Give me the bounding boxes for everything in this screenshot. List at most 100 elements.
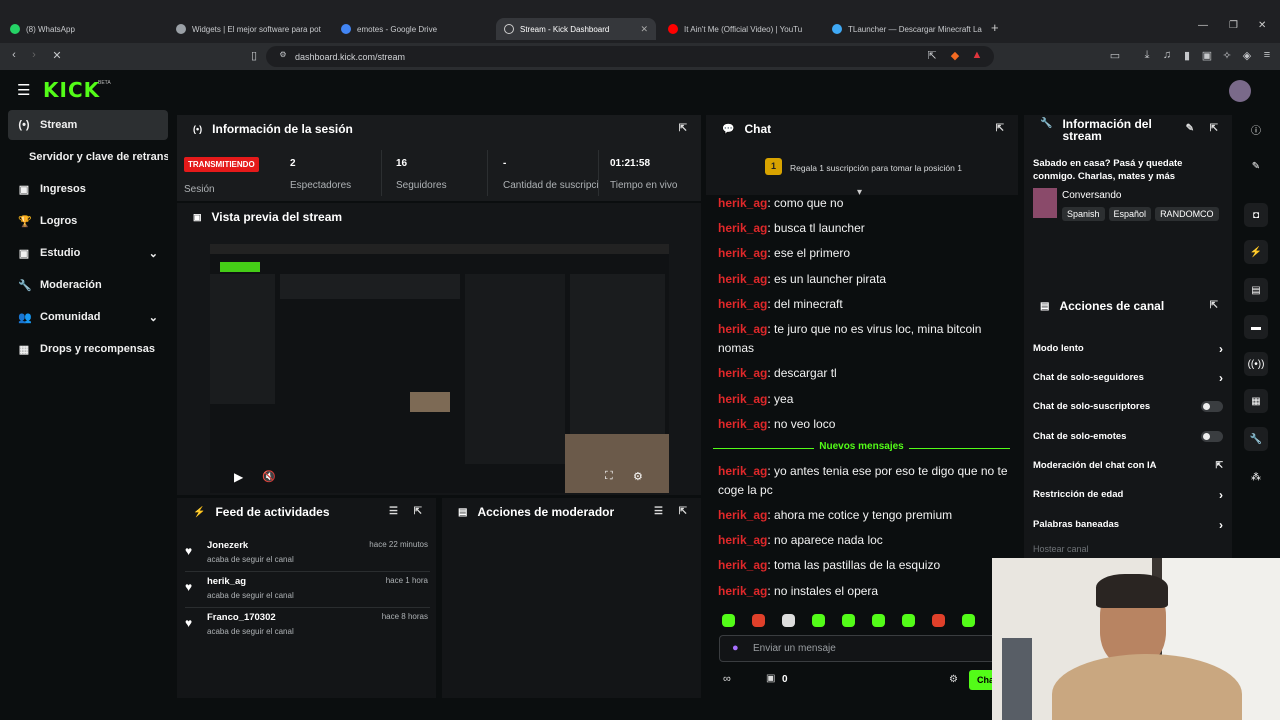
url-field[interactable]: dashboard.kick.com/stream <box>266 46 994 67</box>
sidebar-item-drops[interactable]: ▦ Drops y recompensas <box>8 334 168 364</box>
emote-icon[interactable] <box>872 614 885 627</box>
category-name[interactable]: Conversando <box>1062 190 1121 201</box>
bookmark-icon[interactable]: ▯ <box>247 49 261 62</box>
rewards-icon[interactable]: ▲ <box>970 49 984 61</box>
back-icon[interactable]: ‹ <box>7 49 21 61</box>
tag[interactable]: Spanish <box>1062 207 1105 221</box>
new-tab-button[interactable]: + <box>991 20 999 35</box>
edit-icon[interactable]: ✎ <box>1186 123 1194 134</box>
gift-text[interactable]: Regala 1 suscripción para tomar la posic… <box>790 163 962 173</box>
tag[interactable]: Español <box>1108 207 1152 221</box>
option-slow-mode[interactable]: Modo lento › <box>1033 334 1223 363</box>
play-icon[interactable]: ▶ <box>234 470 243 484</box>
popout-icon[interactable]: ⇱ <box>679 123 687 134</box>
stop-icon[interactable]: ✕ <box>50 49 64 62</box>
forward-icon[interactable]: › <box>27 49 41 61</box>
tab-drive[interactable]: emotes - Google Drive <box>333 18 493 40</box>
tab-widgets[interactable]: Widgets | El mejor software para pot <box>168 18 328 40</box>
document-icon[interactable]: ▤ <box>1244 278 1268 302</box>
popout-icon[interactable]: ⇱ <box>414 506 422 517</box>
sidebar-item-estudio[interactable]: ▣ Estudio ⌄ <box>8 238 168 268</box>
fullscreen-icon[interactable]: ⛶ <box>605 470 613 483</box>
hamburger-icon[interactable]: ☰ <box>17 81 30 99</box>
emote-icon[interactable] <box>902 614 915 627</box>
emote-icon[interactable] <box>782 614 795 627</box>
list-icon[interactable]: ▦ <box>1244 389 1268 413</box>
option-followers-only[interactable]: Chat de solo-seguidores › <box>1033 363 1223 392</box>
share-icon[interactable]: ⇱ <box>925 49 939 62</box>
sidebar-item-moderacion[interactable]: 🔧 Moderación <box>8 270 168 300</box>
option-age-restriction[interactable]: Restricción de edad › <box>1033 480 1223 509</box>
tab-tlauncher[interactable]: TLauncher — Descargar Minecraft La <box>824 18 984 40</box>
menu-icon[interactable]: ≡ <box>1260 49 1274 61</box>
emote-icon[interactable] <box>962 614 975 627</box>
chat-message: herik_ag: toma las pastillas de la esqui… <box>718 558 941 572</box>
close-tab-icon[interactable]: ✕ <box>640 24 648 35</box>
sidebar-icon[interactable]: ▮ <box>1180 49 1194 62</box>
infinity-icon[interactable]: ∞ <box>723 673 731 685</box>
gift-icon: ▦ <box>18 343 30 356</box>
chat-icon[interactable]: ▬ <box>1244 315 1268 339</box>
avatar[interactable] <box>1229 80 1251 102</box>
option-banned-words[interactable]: Palabras baneadas › <box>1033 510 1223 539</box>
popout-icon[interactable]: ⇱ <box>679 506 687 517</box>
emote-icon[interactable] <box>722 614 735 627</box>
info-icon[interactable]: ⓘ <box>1244 117 1268 141</box>
brave-shield-icon[interactable]: ◆ <box>948 49 962 62</box>
close-window-icon[interactable]: ✕ <box>1258 20 1266 31</box>
download-icon[interactable]: ⤓ <box>1140 49 1154 62</box>
kick-logo[interactable]: KICK <box>43 78 100 102</box>
bolt-icon[interactable]: ⚡ <box>1244 240 1268 264</box>
chat-input[interactable]: ● Enviar un mensaje <box>719 635 999 662</box>
chat-message: herik_ag: descargar tl <box>718 366 837 380</box>
stream-preview-video[interactable]: ▶ 🔇 ⛶ ⚙ <box>210 244 669 493</box>
option-emotes-only[interactable]: Chat de solo-emotes <box>1033 422 1223 451</box>
settings-icon[interactable]: ⚙ <box>633 470 643 483</box>
tab-kick-dashboard[interactable]: Stream - Kick Dashboard ✕ <box>496 18 656 40</box>
tab-youtube[interactable]: It Ain't Me (Official Video) | YouTu <box>660 18 820 40</box>
emote-icon[interactable] <box>812 614 825 627</box>
new-messages-divider[interactable]: Nuevos mensajes <box>713 441 1010 455</box>
points-icon[interactable]: ▣ <box>766 673 775 684</box>
filter-icon[interactable]: ☰ <box>389 506 398 517</box>
tag[interactable]: RANDOMCO <box>1155 207 1219 221</box>
webcam-object <box>1002 638 1032 720</box>
camera-icon[interactable]: ◘ <box>1244 203 1268 227</box>
wallet-icon[interactable]: ▭ <box>1108 49 1122 62</box>
emotes-only-toggle[interactable] <box>1201 431 1223 442</box>
mute-icon[interactable]: 🔇 <box>262 470 276 483</box>
sidebar-item-stream[interactable]: (•) Stream <box>8 110 168 140</box>
emote-icon[interactable] <box>842 614 855 627</box>
subscribers-only-toggle[interactable] <box>1201 401 1223 412</box>
music-icon[interactable]: ♫ <box>1160 49 1174 61</box>
emote-icon[interactable] <box>752 614 765 627</box>
sidebar-item-logros[interactable]: 🏆 Logros <box>8 206 168 236</box>
minimize-icon[interactable]: — <box>1198 20 1208 31</box>
site-info-icon[interactable]: ⚙ <box>276 50 290 59</box>
sidebar-item-comunidad[interactable]: 👥 Comunidad ⌄ <box>8 302 168 332</box>
session-header: (•) Información de la sesión ⇱ <box>193 122 687 136</box>
popout-icon[interactable]: ⇱ <box>996 123 1004 134</box>
sidebar-item-ingresos[interactable]: ▣ Ingresos <box>8 174 168 204</box>
sidebar-item-server-key[interactable]: Servidor y clave de retransmisión <box>8 142 168 172</box>
option-subscribers-only[interactable]: Chat de solo-suscriptores <box>1033 392 1223 421</box>
edit-icon[interactable]: ✎ <box>1244 154 1268 178</box>
broadcast-icon[interactable]: ((•)) <box>1244 352 1268 376</box>
category-thumbnail[interactable] <box>1033 188 1057 218</box>
host-channel-label[interactable]: Hostear canal <box>1033 544 1089 554</box>
ai-icon[interactable]: ✧ <box>1220 49 1234 62</box>
stat-viewers: 2 Espectadores <box>290 150 382 196</box>
tab-whatsapp[interactable]: (8) WhatsApp <box>2 18 162 40</box>
popout-icon[interactable]: ⇱ <box>1210 123 1218 134</box>
mic-icon[interactable]: ● <box>732 642 739 654</box>
users-icon[interactable]: ⁂ <box>1244 465 1268 489</box>
popout-icon[interactable]: ⇱ <box>1210 300 1218 311</box>
option-ai-moderation[interactable]: Moderación del chat con IA ⇱ <box>1033 451 1223 480</box>
extensions-icon[interactable]: ▣ <box>1200 49 1214 62</box>
wrench-icon[interactable]: 🔧 <box>1244 427 1268 451</box>
vpn-icon[interactable]: ◈ <box>1240 49 1254 62</box>
maximize-icon[interactable]: ❐ <box>1229 20 1238 31</box>
chat-settings-icon[interactable]: ⚙ <box>949 674 958 685</box>
emote-icon[interactable] <box>932 614 945 627</box>
filter-icon[interactable]: ☰ <box>654 506 663 517</box>
